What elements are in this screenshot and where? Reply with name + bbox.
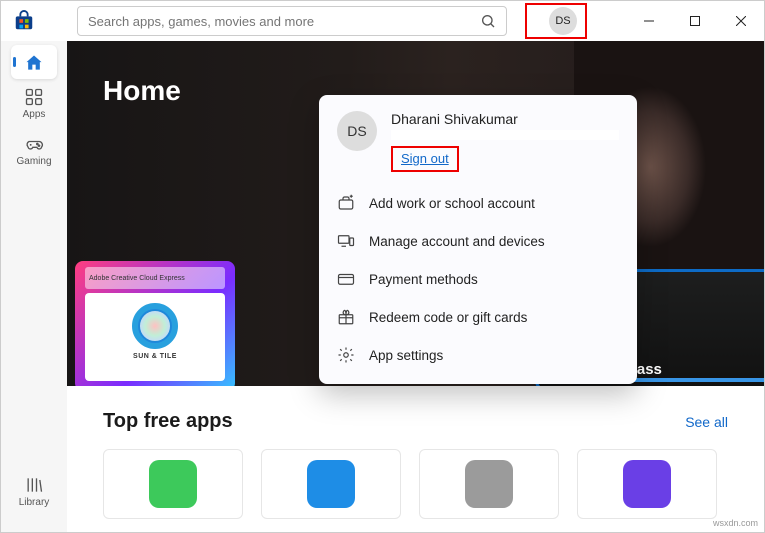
- nav-apps-label: Apps: [23, 109, 46, 120]
- sign-out-highlight-box: Sign out: [391, 146, 459, 172]
- store-app-icon: [13, 10, 35, 32]
- app-tile-icon: [465, 460, 513, 508]
- title-bar: DS: [1, 1, 764, 41]
- close-button[interactable]: [718, 1, 764, 41]
- app-card[interactable]: [103, 449, 243, 519]
- gaming-icon: [24, 134, 44, 154]
- account-avatar: DS: [337, 111, 377, 151]
- promo-card-adobe[interactable]: Adobe Creative Cloud Express SUN & TILE: [75, 261, 235, 386]
- menu-label: Add work or school account: [369, 196, 535, 211]
- app-card[interactable]: [261, 449, 401, 519]
- app-card[interactable]: [577, 449, 717, 519]
- menu-payment-methods[interactable]: Payment methods: [319, 260, 637, 298]
- see-all-link[interactable]: See all: [685, 414, 728, 430]
- account-header: DS Dharani Shivakumar Sign out: [319, 111, 637, 184]
- menu-redeem-code[interactable]: Redeem code or gift cards: [319, 298, 637, 336]
- apps-icon: [24, 87, 44, 107]
- maximize-button[interactable]: [672, 1, 718, 41]
- menu-label: App settings: [369, 348, 443, 363]
- nav-home[interactable]: [11, 45, 57, 79]
- menu-app-settings[interactable]: App settings: [319, 336, 637, 374]
- section-header: Top free apps See all: [103, 410, 728, 433]
- menu-label: Payment methods: [369, 272, 478, 287]
- gift-icon: [337, 308, 355, 326]
- avatar-highlight-box: DS: [525, 3, 587, 39]
- app-tile-icon: [149, 460, 197, 508]
- minimize-button[interactable]: [626, 1, 672, 41]
- search-input[interactable]: [88, 14, 480, 29]
- account-email-redacted: [391, 130, 619, 140]
- top-free-apps-section: Top free apps See all: [67, 386, 764, 531]
- menu-add-work-account[interactable]: Add work or school account: [319, 184, 637, 222]
- menu-manage-account[interactable]: Manage account and devices: [319, 222, 637, 260]
- watermark: wsxdn.com: [713, 518, 758, 528]
- app-tile-icon: [623, 460, 671, 508]
- devices-icon: [337, 232, 355, 250]
- promo-artwork-icon: [132, 303, 178, 349]
- account-name: Dharani Shivakumar: [391, 111, 619, 127]
- app-card-row: [103, 449, 728, 519]
- briefcase-plus-icon: [337, 194, 355, 212]
- sign-out-link[interactable]: Sign out: [401, 151, 449, 166]
- promo-sub-label: SUN & TILE: [91, 353, 219, 360]
- nav-gaming-label: Gaming: [16, 156, 51, 167]
- app-card[interactable]: [419, 449, 559, 519]
- main-content: Home TOMORROW WAR AMAZON ORIGINAL TOM CL…: [67, 41, 764, 532]
- promo-top-label: Adobe Creative Cloud Express: [85, 267, 225, 289]
- gear-icon: [337, 346, 355, 364]
- window-controls: [626, 1, 764, 41]
- sidebar: Apps Gaming Library: [1, 41, 67, 532]
- search-icon[interactable]: [480, 13, 496, 29]
- nav-apps[interactable]: Apps: [11, 79, 57, 126]
- app-window: DS Apps Gaming Library: [0, 0, 765, 533]
- nav-library[interactable]: Library: [11, 467, 57, 514]
- menu-label: Manage account and devices: [369, 234, 545, 249]
- home-icon: [24, 53, 44, 73]
- promo-inner: SUN & TILE: [85, 293, 225, 381]
- menu-label: Redeem code or gift cards: [369, 310, 527, 325]
- credit-card-icon: [337, 270, 355, 288]
- account-dropdown-panel: DS Dharani Shivakumar Sign out Add work …: [319, 95, 637, 384]
- library-icon: [24, 475, 44, 495]
- user-avatar-button[interactable]: DS: [549, 7, 577, 35]
- search-box[interactable]: [77, 6, 507, 36]
- nav-gaming[interactable]: Gaming: [11, 126, 57, 173]
- app-tile-icon: [307, 460, 355, 508]
- section-title: Top free apps: [103, 410, 233, 433]
- page-title: Home: [103, 75, 181, 107]
- nav-library-label: Library: [19, 497, 50, 508]
- body: Apps Gaming Library Home TOMORROW WAR AM…: [1, 41, 764, 532]
